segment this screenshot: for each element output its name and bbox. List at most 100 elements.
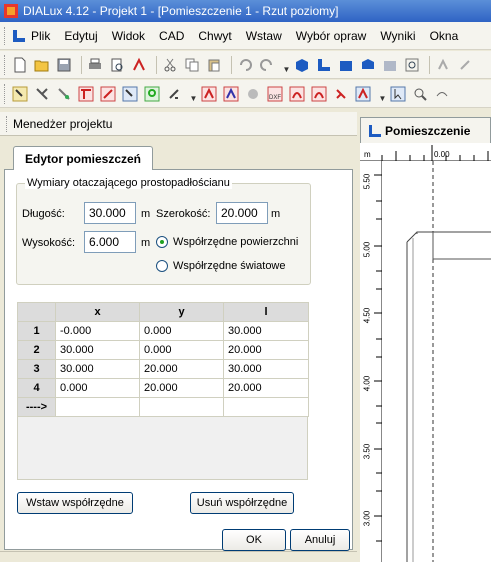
coordinates-table: x y l 1 -0.000 0.000 30.000 2 30.000 0.0… [17,302,309,417]
save-icon[interactable] [55,56,73,74]
ruler-left-label: 5.50 [362,173,372,190]
pointer-icon[interactable] [389,85,407,103]
print-icon[interactable] [86,56,104,74]
dxf-icon[interactable]: DXF [266,85,284,103]
cell-l[interactable]: 20.000 [223,340,309,360]
cell-l[interactable]: 30.000 [223,359,309,379]
row-label[interactable]: 1 [17,321,56,341]
toolbar-grip[interactable] [4,54,7,75]
cell-y[interactable]: 0.000 [139,340,224,360]
cell-x[interactable]: 30.000 [55,359,140,379]
room-tool-icon[interactable] [55,85,73,103]
toolbar-separator [429,55,430,74]
table-header-x[interactable]: x [55,302,140,322]
cell-x[interactable] [55,397,140,417]
cell-l[interactable]: 20.000 [223,378,309,398]
menu-chwyt[interactable]: Chwyt [198,29,231,43]
report-icon[interactable] [244,85,262,103]
isolines-icon[interactable] [288,85,306,103]
insert-coordinates-button[interactable]: Wstaw współrzędne [17,492,133,514]
select-tool-icon[interactable] [11,85,29,103]
luminaire-outline-icon[interactable] [200,85,218,103]
tab-room-editor[interactable]: Edytor pomieszczeń [13,146,153,170]
object-tool-icon[interactable] [99,85,117,103]
menu-wyniki[interactable]: Wyniki [380,29,415,43]
height-field[interactable]: 6.000 [84,231,136,253]
toolbar-dropdown-icon[interactable]: ▼ [283,56,291,74]
tools-toolbar: ▼ DXF ▼ [0,80,491,108]
measure-tool-icon[interactable] [77,85,95,103]
view-3d-icon[interactable] [293,56,311,74]
cell-x[interactable]: 30.000 [55,340,140,360]
ruler-left-label: 3.50 [362,443,372,460]
radio-surface-coordinates[interactable] [156,236,168,248]
remove-coordinates-button[interactable]: Usuń współrzędne [190,492,294,514]
new-file-icon[interactable] [11,56,29,74]
ruler-left-label: 3.00 [362,510,372,527]
zoom-icon[interactable] [411,85,429,103]
pan-icon[interactable] [434,56,452,74]
hand-icon[interactable] [456,56,474,74]
rotate-tool-icon[interactable] [121,85,139,103]
radio-surface-label: Współrzędne powierzchni [173,236,299,248]
ok-button[interactable]: OK [222,529,286,551]
rotate-view-icon[interactable] [354,85,372,103]
cell-y[interactable]: 20.000 [139,378,224,398]
row-label[interactable]: 2 [17,340,56,360]
undo-icon[interactable] [236,56,254,74]
cancel-button[interactable]: Anuluj [290,529,350,551]
view-plan-icon[interactable] [315,56,333,74]
cell-y[interactable]: 0.000 [139,321,224,341]
cell-y[interactable] [139,397,224,417]
menu-edytuj[interactable]: Edytuj [64,29,97,43]
calc-icon[interactable] [222,85,240,103]
width-field[interactable]: 20.000 [216,202,268,224]
open-folder-icon[interactable] [33,56,51,74]
cell-l[interactable]: 30.000 [223,321,309,341]
cell-l[interactable] [223,397,309,417]
toolbar-dropdown-icon[interactable]: ▼ [190,85,198,103]
view-front-icon[interactable] [337,56,355,74]
ruler-top: m 0.00 [360,143,491,161]
cut-icon[interactable] [161,56,179,74]
panel-grip[interactable] [6,115,9,132]
menu-wstaw[interactable]: Wstaw [246,29,282,43]
pdf-icon[interactable] [130,56,148,74]
luminaire-a-icon[interactable] [310,85,328,103]
cell-y[interactable]: 20.000 [139,359,224,379]
menu-cad[interactable]: CAD [159,29,184,43]
view-shaded-icon[interactable] [381,56,399,74]
grid-icon[interactable] [143,85,161,103]
menu-okna[interactable]: Okna [430,29,459,43]
view-side-icon[interactable] [359,56,377,74]
row-label[interactable]: 3 [17,359,56,379]
print-preview-icon[interactable] [108,56,126,74]
cell-x[interactable]: -0.000 [55,321,140,341]
menu-plik[interactable]: Plik [31,29,50,43]
luminaire-tool-icon[interactable] [33,85,51,103]
new-row-label[interactable]: ----> [17,397,56,417]
pan-hand-icon[interactable] [433,85,451,103]
luminaire-b-icon[interactable] [332,85,350,103]
menu-widok[interactable]: Widok [112,29,145,43]
tab-room-plan[interactable]: Pomieszczenie [360,117,491,143]
row-label[interactable]: 4 [17,378,56,398]
cell-x[interactable]: 0.000 [55,378,140,398]
room-plan-tab-label: Pomieszczenie [385,123,471,138]
redo-icon[interactable] [258,56,276,74]
table-header-y[interactable]: y [139,302,224,322]
toolbar-grip[interactable] [4,83,7,104]
copy-icon[interactable] [183,56,201,74]
length-field[interactable]: 30.000 [84,202,136,224]
table-header-corner [17,302,56,322]
radio-world-coordinates[interactable] [156,260,168,272]
panel-bottom-strip [0,551,357,562]
menu-wybor-opraw[interactable]: Wybór opraw [296,29,367,43]
document-menu-icon[interactable] [12,29,26,43]
zoom-window-icon[interactable] [403,56,421,74]
menubar-grip[interactable] [4,26,8,45]
luminaire-red-icon[interactable] [165,85,183,103]
toolbar-dropdown-icon[interactable]: ▼ [379,85,387,103]
table-header-l[interactable]: l [223,302,309,322]
paste-icon[interactable] [205,56,223,74]
